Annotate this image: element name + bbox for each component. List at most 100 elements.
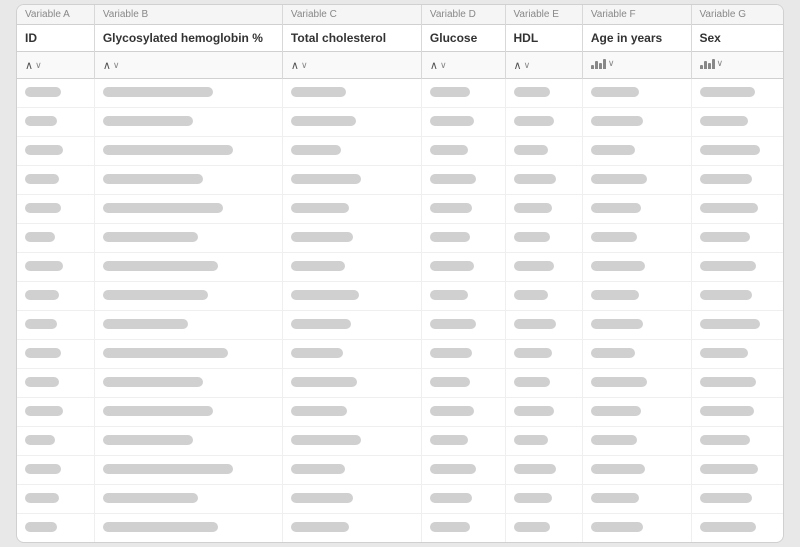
filter-e[interactable]: ∧ ∨ xyxy=(505,52,582,79)
cell-e-5 xyxy=(505,224,582,253)
cell-b-9 xyxy=(94,340,282,369)
cell-f-15 xyxy=(582,514,691,543)
col-sex-header: Sex xyxy=(691,25,783,52)
table-row xyxy=(17,311,783,340)
sort-b-btn[interactable]: ∧ ∨ xyxy=(103,59,120,72)
cell-f-9 xyxy=(582,340,691,369)
filter-d[interactable]: ∧ ∨ xyxy=(421,52,505,79)
cell-f-12 xyxy=(582,427,691,456)
cell-f-5 xyxy=(582,224,691,253)
cell-f-6 xyxy=(582,253,691,282)
cell-id-0 xyxy=(17,79,94,108)
col-cholesterol-header: Total cholesterol xyxy=(282,25,421,52)
table-row xyxy=(17,514,783,543)
cell-c-5 xyxy=(282,224,421,253)
sort-id-chevron: ∨ xyxy=(35,60,42,71)
cell-c-6 xyxy=(282,253,421,282)
cell-c-0 xyxy=(282,79,421,108)
cell-c-13 xyxy=(282,456,421,485)
sort-d-icon: ∧ xyxy=(430,59,438,72)
cell-g-4 xyxy=(691,195,783,224)
cell-f-1 xyxy=(582,108,691,137)
cell-c-4 xyxy=(282,195,421,224)
cell-b-7 xyxy=(94,282,282,311)
table-row xyxy=(17,224,783,253)
cell-g-14 xyxy=(691,485,783,514)
var-a-label: Variable A xyxy=(17,5,94,25)
filter-c[interactable]: ∧ ∨ xyxy=(282,52,421,79)
col-age-header: Age in years xyxy=(582,25,691,52)
sort-c-chevron: ∨ xyxy=(301,60,308,71)
cell-d-4 xyxy=(421,195,505,224)
cell-c-1 xyxy=(282,108,421,137)
cell-e-9 xyxy=(505,340,582,369)
cell-e-3 xyxy=(505,166,582,195)
cell-e-15 xyxy=(505,514,582,543)
cell-d-3 xyxy=(421,166,505,195)
table-row xyxy=(17,137,783,166)
filter-id[interactable]: ∧ ∨ xyxy=(17,52,94,79)
cell-c-3 xyxy=(282,166,421,195)
table-row xyxy=(17,340,783,369)
filter-b[interactable]: ∧ ∨ xyxy=(94,52,282,79)
sort-b-icon: ∧ xyxy=(103,59,111,72)
cell-d-13 xyxy=(421,456,505,485)
filter-row: ∧ ∨ ∧ ∨ ∧ ∨ xyxy=(17,52,783,79)
cell-b-1 xyxy=(94,108,282,137)
cell-g-8 xyxy=(691,311,783,340)
cell-f-4 xyxy=(582,195,691,224)
table-row xyxy=(17,456,783,485)
cell-g-2 xyxy=(691,137,783,166)
cell-f-11 xyxy=(582,398,691,427)
cell-d-8 xyxy=(421,311,505,340)
cell-b-15 xyxy=(94,514,282,543)
main-table: Variable A Variable B Variable C Variabl… xyxy=(17,5,783,542)
var-c-label: Variable C xyxy=(282,5,421,25)
cell-e-13 xyxy=(505,456,582,485)
cell-d-7 xyxy=(421,282,505,311)
cell-b-3 xyxy=(94,166,282,195)
cell-id-11 xyxy=(17,398,94,427)
sort-f-chevron: ∨ xyxy=(608,58,615,69)
cell-id-10 xyxy=(17,369,94,398)
cell-c-8 xyxy=(282,311,421,340)
sort-c-btn[interactable]: ∧ ∨ xyxy=(291,59,308,72)
table-row xyxy=(17,108,783,137)
cell-d-9 xyxy=(421,340,505,369)
cell-d-11 xyxy=(421,398,505,427)
cell-b-4 xyxy=(94,195,282,224)
cell-f-13 xyxy=(582,456,691,485)
cell-id-3 xyxy=(17,166,94,195)
sort-d-btn[interactable]: ∧ ∨ xyxy=(430,59,447,72)
col-glucose-header: Glucose xyxy=(421,25,505,52)
cell-id-15 xyxy=(17,514,94,543)
cell-id-8 xyxy=(17,311,94,340)
cell-d-15 xyxy=(421,514,505,543)
cell-id-2 xyxy=(17,137,94,166)
filter-f[interactable]: ∨ xyxy=(582,52,691,79)
var-d-label: Variable D xyxy=(421,5,505,25)
sort-f-btn[interactable]: ∨ xyxy=(591,57,615,69)
variable-header-row: Variable A Variable B Variable C Variabl… xyxy=(17,5,783,25)
cell-c-7 xyxy=(282,282,421,311)
cell-c-9 xyxy=(282,340,421,369)
var-f-label: Variable F xyxy=(582,5,691,25)
cell-g-7 xyxy=(691,282,783,311)
sort-id-btn[interactable]: ∧ ∨ xyxy=(25,59,42,72)
cell-e-6 xyxy=(505,253,582,282)
var-b-label: Variable B xyxy=(94,5,282,25)
cell-e-12 xyxy=(505,427,582,456)
cell-c-10 xyxy=(282,369,421,398)
sort-e-btn[interactable]: ∧ ∨ xyxy=(514,59,531,72)
cell-b-6 xyxy=(94,253,282,282)
cell-e-10 xyxy=(505,369,582,398)
col-id-header: ID xyxy=(17,25,94,52)
cell-b-10 xyxy=(94,369,282,398)
cell-b-13 xyxy=(94,456,282,485)
data-table: Variable A Variable B Variable C Variabl… xyxy=(16,4,784,543)
filter-g[interactable]: ∨ xyxy=(691,52,783,79)
sort-c-icon: ∧ xyxy=(291,59,299,72)
sort-g-btn[interactable]: ∨ xyxy=(700,57,724,69)
cell-f-0 xyxy=(582,79,691,108)
cell-e-14 xyxy=(505,485,582,514)
